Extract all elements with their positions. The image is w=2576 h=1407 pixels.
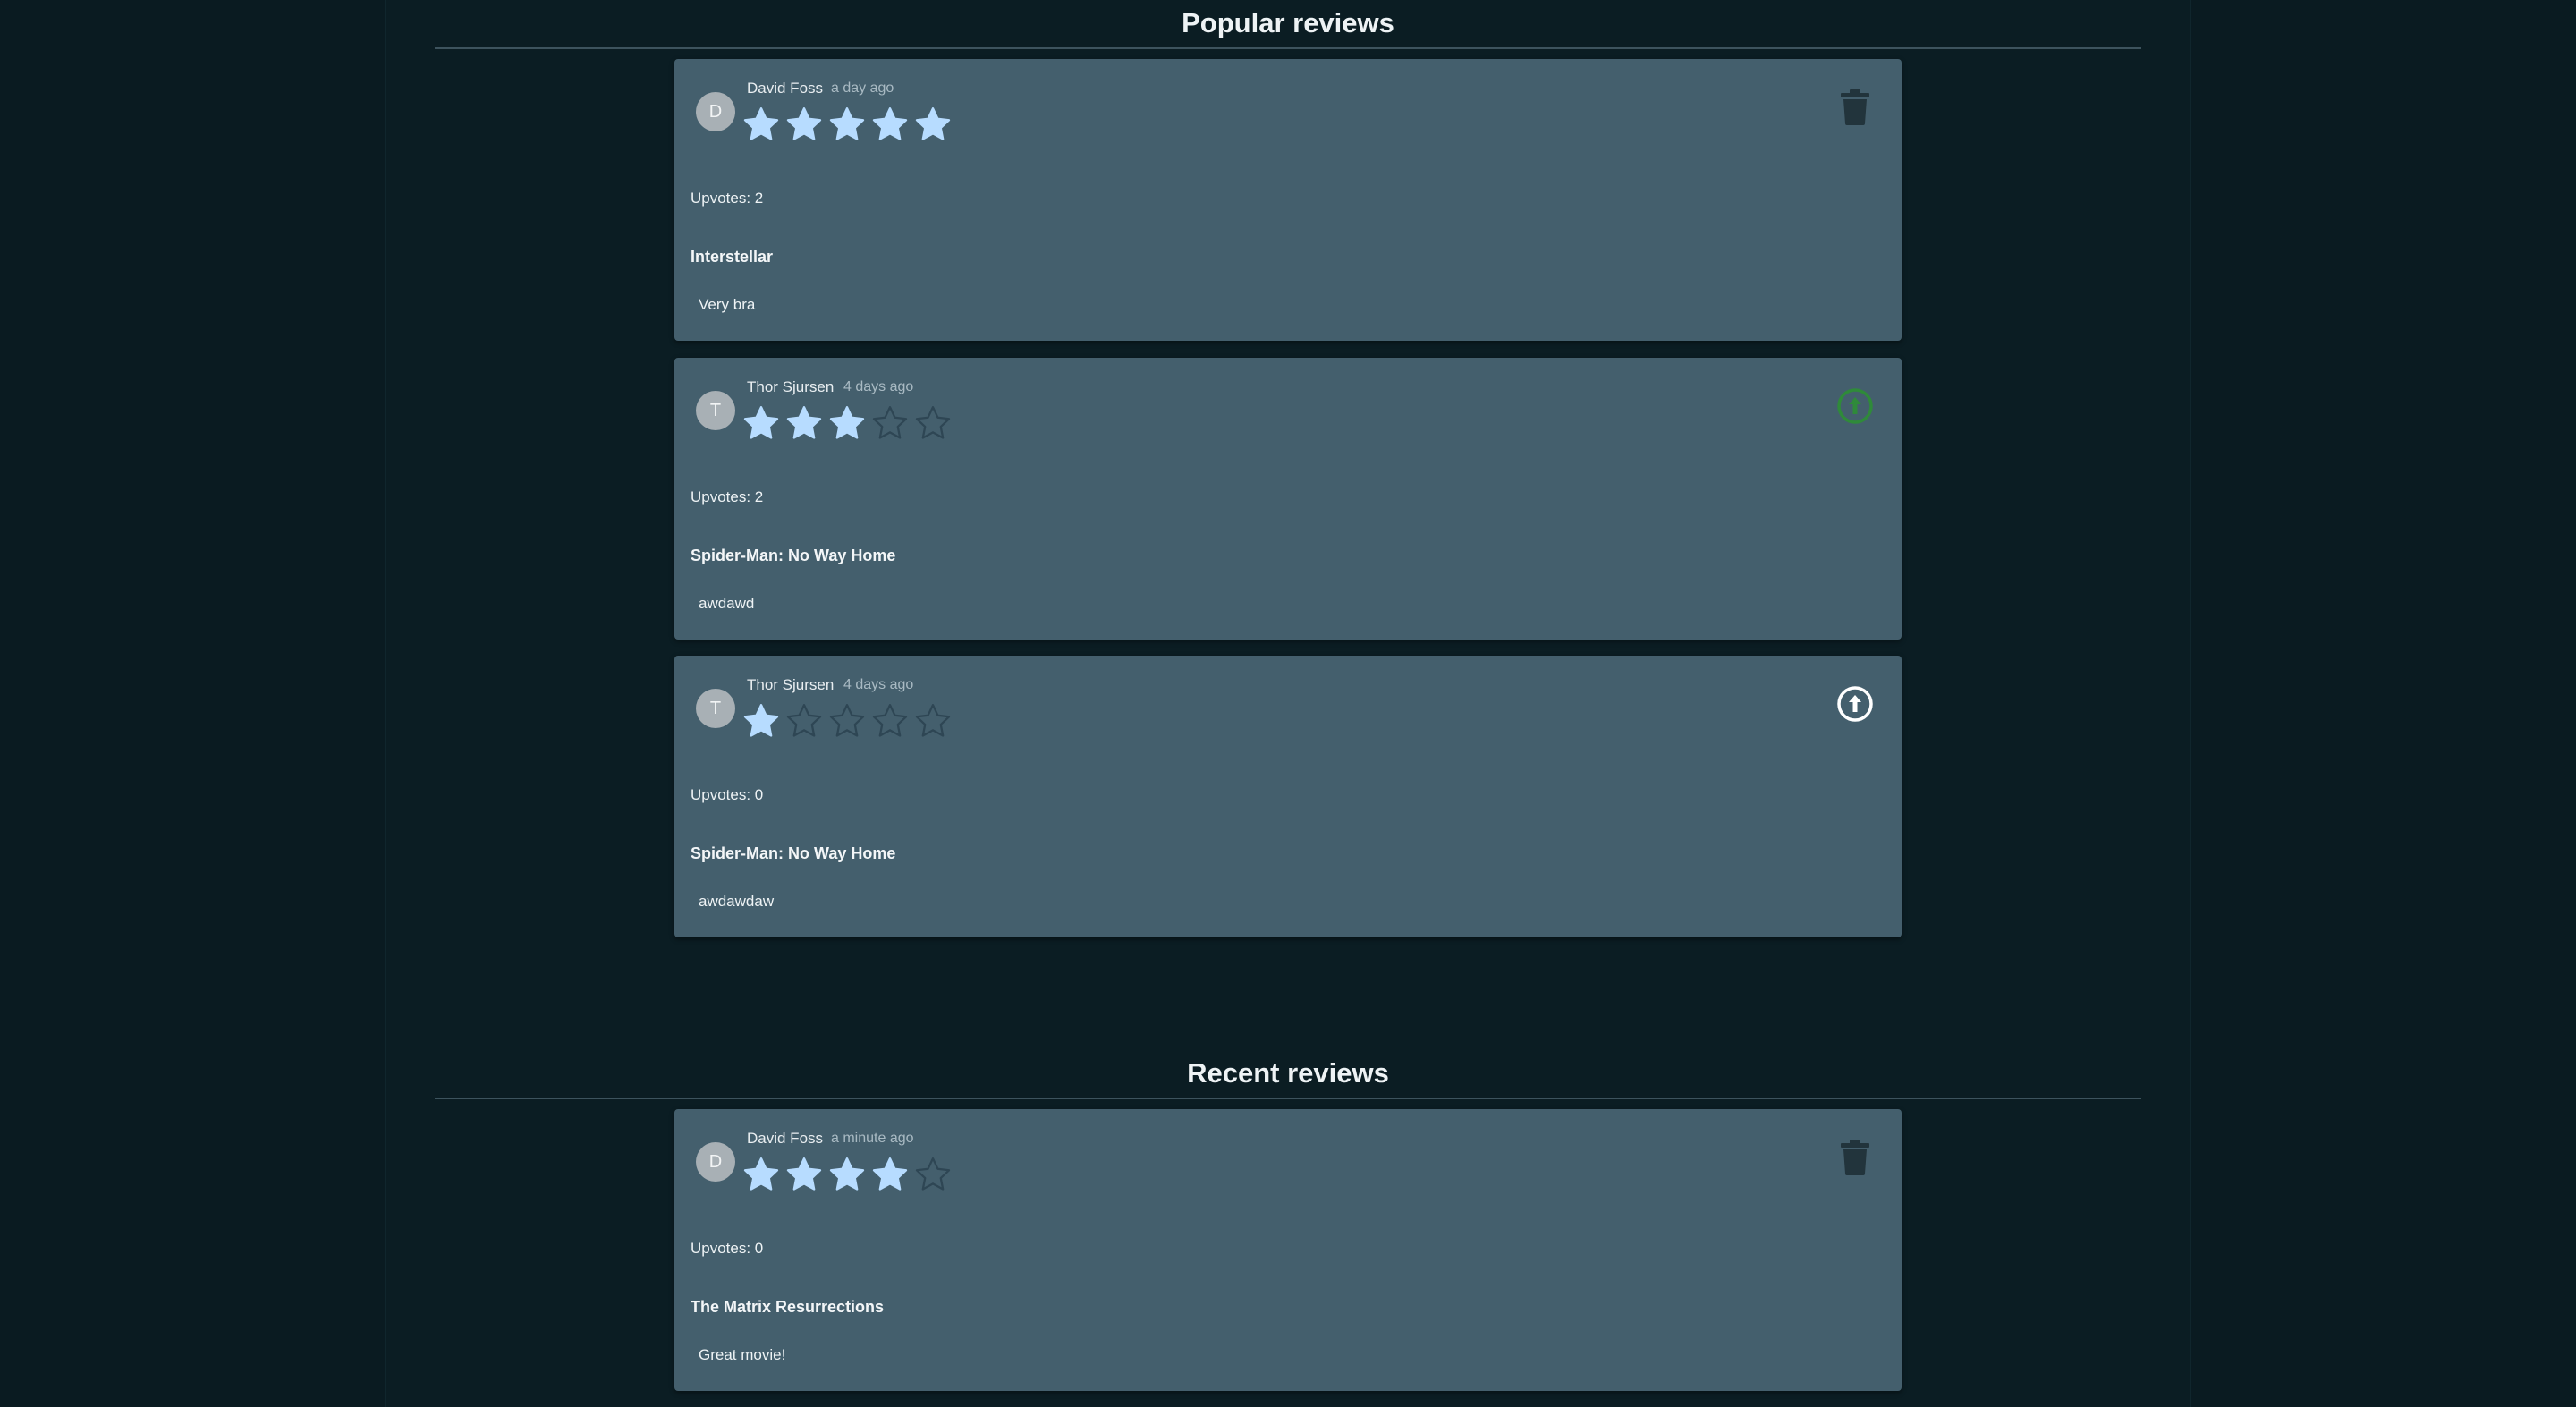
review-card: T Thor Sjursen 4 days ago Upvotes: 2 Spi… xyxy=(674,358,1902,640)
review-author: Thor Sjursen xyxy=(747,378,835,395)
star-empty-icon xyxy=(914,404,952,442)
upvote-count: Upvotes: 2 xyxy=(691,488,764,505)
star-filled-icon xyxy=(742,702,780,740)
review-card: T Thor Sjursen 4 days ago Upvotes: 0 Spi… xyxy=(674,656,1902,937)
review-author: Thor Sjursen xyxy=(747,676,835,693)
review-text: Great movie! xyxy=(699,1346,786,1363)
review-card: D David Foss a minute ago Upvotes: 0 The… xyxy=(674,1109,1902,1391)
review-time: a day ago xyxy=(831,81,894,96)
star-filled-icon xyxy=(785,106,823,143)
review-time: 4 days ago xyxy=(843,379,914,394)
review-time: a minute ago xyxy=(831,1131,914,1146)
recent-divider xyxy=(435,1098,2141,1099)
star-rating xyxy=(742,1156,952,1193)
popular-reviews-heading: Popular reviews xyxy=(1182,7,1394,38)
avatar: D xyxy=(696,92,735,131)
star-filled-icon xyxy=(914,106,952,143)
star-filled-icon xyxy=(871,106,909,143)
star-filled-icon xyxy=(742,1156,780,1193)
review-text: awdawdaw xyxy=(699,893,775,910)
star-filled-icon xyxy=(828,404,866,442)
star-filled-icon xyxy=(828,106,866,143)
star-filled-icon xyxy=(742,106,780,143)
review-time: 4 days ago xyxy=(843,677,914,692)
upvote-icon xyxy=(1836,685,1874,727)
star-filled-icon xyxy=(742,404,780,442)
delete-button[interactable] xyxy=(1834,1138,1877,1181)
star-rating xyxy=(742,404,952,442)
review-author: David Foss xyxy=(747,80,824,97)
star-filled-icon xyxy=(785,1156,823,1193)
star-filled-icon xyxy=(871,1156,909,1193)
movie-title: Spider-Man: No Way Home xyxy=(691,844,896,862)
star-filled-icon xyxy=(785,404,823,442)
movie-title: Spider-Man: No Way Home xyxy=(691,547,896,564)
avatar: T xyxy=(696,391,735,430)
review-text: Very bra xyxy=(699,296,756,313)
popular-divider xyxy=(435,47,2141,49)
star-empty-icon xyxy=(914,702,952,740)
upvote-count: Upvotes: 0 xyxy=(691,1240,764,1257)
movie-title: Interstellar xyxy=(691,248,774,266)
review-text: awdawd xyxy=(699,595,755,612)
avatar: T xyxy=(696,689,735,728)
upvote-icon xyxy=(1836,387,1874,429)
star-empty-icon xyxy=(871,404,909,442)
star-rating xyxy=(742,702,952,740)
star-empty-icon xyxy=(914,1156,952,1193)
delete-button[interactable] xyxy=(1834,88,1877,131)
star-rating xyxy=(742,106,952,143)
star-filled-icon xyxy=(828,1156,866,1193)
upvote-count: Upvotes: 2 xyxy=(691,190,764,207)
review-card: D David Foss a day ago Upvotes: 2 Inters… xyxy=(674,59,1902,341)
movie-title: The Matrix Resurrections xyxy=(691,1298,885,1316)
upvote-button[interactable] xyxy=(1834,684,1877,727)
trash-icon xyxy=(1840,89,1870,130)
star-empty-icon xyxy=(871,702,909,740)
star-empty-icon xyxy=(828,702,866,740)
review-author: David Foss xyxy=(747,1130,824,1147)
upvote-count: Upvotes: 0 xyxy=(691,786,764,803)
upvote-button[interactable] xyxy=(1834,386,1877,429)
star-empty-icon xyxy=(785,702,823,740)
recent-reviews-heading: Recent reviews xyxy=(1187,1057,1389,1089)
avatar: D xyxy=(696,1142,735,1182)
trash-icon xyxy=(1840,1139,1870,1180)
